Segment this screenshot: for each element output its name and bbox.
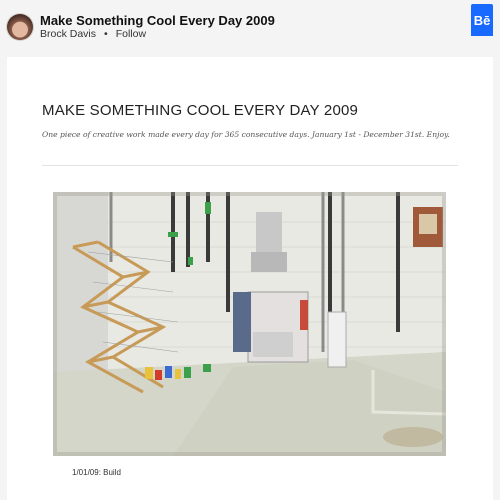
byline-separator: • [104, 28, 108, 40]
byline: Brock Davis • Follow [40, 28, 146, 40]
project-title: Make Something Cool Every Day 2009 [40, 13, 275, 28]
project-image[interactable] [53, 192, 446, 456]
project-description: One piece of creative work made every da… [42, 130, 450, 139]
project-heading: MAKE SOMETHING COOL EVERY DAY 2009 [42, 102, 359, 119]
author-name[interactable]: Brock Davis [40, 28, 96, 40]
project-card: MAKE SOMETHING COOL EVERY DAY 2009 One p… [7, 57, 493, 500]
behance-logo-icon[interactable]: Bē [471, 4, 493, 36]
divider [42, 165, 458, 166]
follow-button[interactable]: Follow [116, 28, 146, 40]
basement-photo [53, 192, 446, 456]
author-avatar[interactable] [7, 14, 33, 40]
top-bar: Make Something Cool Every Day 2009 Brock… [0, 0, 500, 56]
image-caption: 1/01/09: Build [72, 468, 121, 477]
